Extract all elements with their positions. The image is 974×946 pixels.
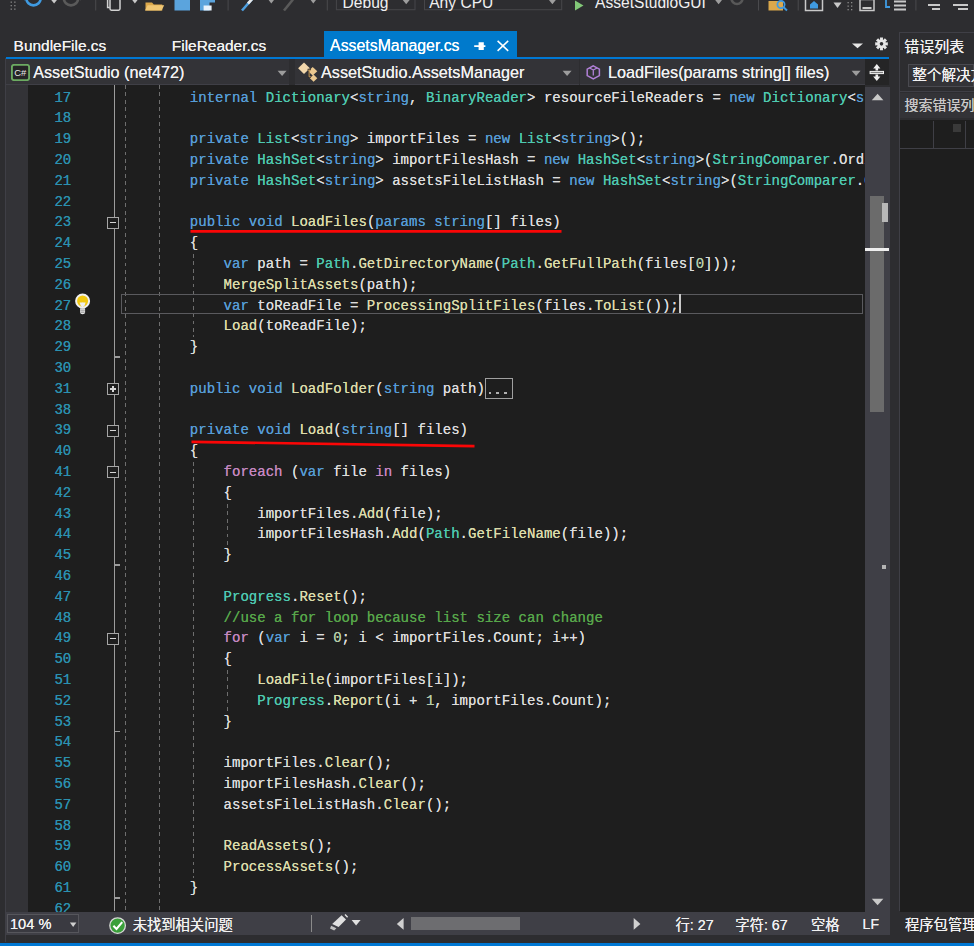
svg-text:AssetStudioGUI: AssetStudioGUI xyxy=(595,0,706,11)
svg-text:C#: C# xyxy=(14,67,27,78)
svg-text:Any CPU: Any CPU xyxy=(429,0,493,11)
svg-text:Debug: Debug xyxy=(343,0,389,11)
